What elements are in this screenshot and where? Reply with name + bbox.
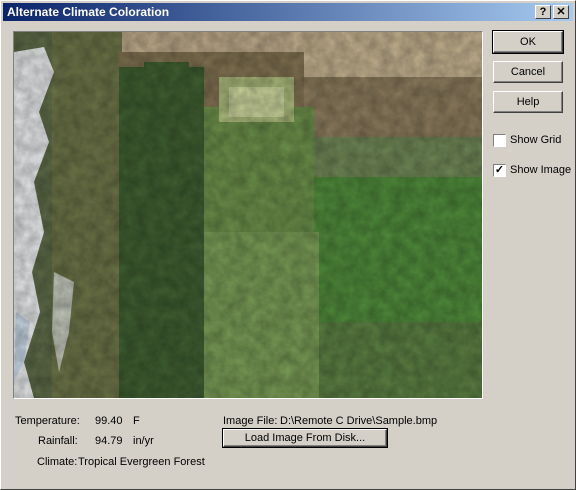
show-grid-label[interactable]: Show Grid	[510, 134, 561, 146]
temperature-unit: F	[133, 415, 140, 427]
climate-label: Climate:	[37, 456, 78, 468]
image-file-path: D:\Remote C Drive\Sample.bmp	[280, 415, 438, 427]
image-file-label: Image File:	[223, 415, 278, 427]
load-image-button[interactable]: Load Image From Disk...	[222, 428, 388, 448]
terrain-preview-image[interactable]	[13, 31, 483, 399]
help-button[interactable]: Help	[493, 91, 563, 113]
context-help-button[interactable]: ?	[535, 5, 551, 19]
climate-value: Tropical Evergreen Forest	[78, 456, 205, 468]
show-grid-checkbox[interactable]	[493, 134, 506, 147]
ok-button[interactable]: OK	[492, 30, 564, 54]
title-bar[interactable]: Alternate Climate Coloration ? ✕	[3, 3, 573, 21]
cancel-button[interactable]: Cancel	[493, 61, 563, 83]
rainfall-unit: in/yr	[133, 435, 154, 447]
temperature-label: Temperature:	[15, 415, 80, 427]
rainfall-value: 94.79	[95, 435, 123, 447]
show-image-checkbox[interactable]: ✓	[493, 164, 506, 177]
window-title: Alternate Climate Coloration	[7, 5, 170, 19]
dialog-window: Alternate Climate Coloration ? ✕ OK Canc…	[0, 0, 576, 490]
show-image-label[interactable]: Show Image	[510, 164, 571, 176]
terrain-image	[14, 32, 482, 398]
rainfall-label: Rainfall:	[38, 435, 78, 447]
close-button[interactable]: ✕	[553, 5, 569, 19]
temperature-value: 99.40	[95, 415, 123, 427]
